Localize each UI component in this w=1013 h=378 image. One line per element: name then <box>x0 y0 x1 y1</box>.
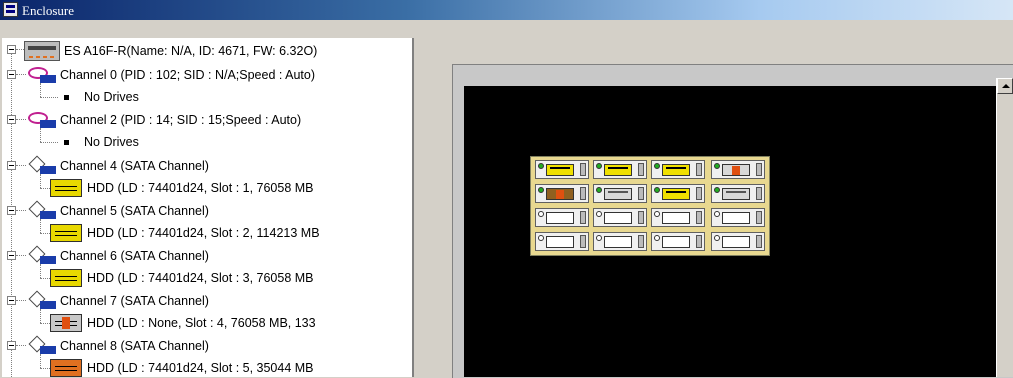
hdd-icon <box>50 269 82 287</box>
tree-channel-4[interactable]: Channel 4 (SATA Channel) <box>60 158 209 180</box>
sata-channel-icon <box>28 290 56 309</box>
drive-slot-12-empty[interactable] <box>711 208 765 227</box>
hdd-icon <box>50 224 82 242</box>
enclosure-drive-bay <box>530 156 770 256</box>
channel-5-toggle[interactable] <box>7 206 16 215</box>
sata-channel-icon <box>28 245 56 264</box>
tree-channel-7[interactable]: Channel 7 (SATA Channel) <box>60 293 209 315</box>
channel-0-toggle[interactable] <box>7 70 16 79</box>
drive-slot-10-empty[interactable] <box>593 208 647 227</box>
drive-slot-16-empty[interactable] <box>711 232 765 251</box>
drive-slot-4-failed[interactable] <box>711 160 765 179</box>
bullet-icon <box>64 95 69 100</box>
tree-item-no-drives[interactable]: No Drives <box>84 134 139 156</box>
bullet-icon <box>64 140 69 145</box>
channel-7-toggle[interactable] <box>7 296 16 305</box>
tree-channel-6[interactable]: Channel 6 (SATA Channel) <box>60 248 209 270</box>
sata-channel-icon <box>28 200 56 219</box>
tree-hdd-slot-1[interactable]: HDD (LD : 74401d24, Slot : 1, 76058 MB <box>87 180 314 202</box>
tree-channel-8[interactable]: Channel 8 (SATA Channel) <box>60 338 209 360</box>
tree-hdd-slot-4[interactable]: HDD (LD : None, Slot : 4, 76058 MB, 133 <box>87 315 316 337</box>
drive-slot-7[interactable] <box>651 184 705 203</box>
sata-channel-icon <box>28 335 56 354</box>
scroll-up-button[interactable] <box>997 78 1013 94</box>
channel-8-toggle[interactable] <box>7 341 16 350</box>
tree-hdd-slot-5[interactable]: HDD (LD : 74401d24, Slot : 5, 35044 MB <box>87 360 314 377</box>
channel-6-toggle[interactable] <box>7 251 16 260</box>
tree-item-no-drives[interactable]: No Drives <box>84 89 139 111</box>
sata-channel-icon <box>28 155 56 174</box>
channel-2-toggle[interactable] <box>7 115 16 124</box>
drive-slot-11-empty[interactable] <box>651 208 705 227</box>
hdd-icon <box>50 359 82 377</box>
root-collapse-toggle[interactable] <box>7 45 16 54</box>
drive-slot-6[interactable] <box>593 184 647 203</box>
tree-hdd-slot-2[interactable]: HDD (LD : 74401d24, Slot : 2, 114213 MB <box>87 225 320 247</box>
tree-root-label[interactable]: ES A16F-R(Name: N/A, ID: 4671, FW: 6.32O… <box>64 43 317 65</box>
drive-slot-9-empty[interactable] <box>535 208 589 227</box>
drive-slot-2[interactable] <box>593 160 647 179</box>
drive-slot-13-empty[interactable] <box>535 232 589 251</box>
tree-channel-2[interactable]: Channel 2 (PID : 14; SID : 15;Speed : Au… <box>60 112 301 134</box>
drive-slot-15-empty[interactable] <box>651 232 705 251</box>
title-bar: Enclosure <box>0 0 1013 20</box>
failed-hdd-icon <box>50 314 82 332</box>
tree-hdd-slot-3[interactable]: HDD (LD : 74401d24, Slot : 3, 76058 MB <box>87 270 314 292</box>
enclosure-icon <box>24 41 60 61</box>
window-title: Enclosure <box>22 3 74 18</box>
drive-slot-3[interactable] <box>651 160 705 179</box>
hdd-icon <box>50 179 82 197</box>
channel-4-toggle[interactable] <box>7 161 16 170</box>
device-tree[interactable]: ES A16F-R(Name: N/A, ID: 4671, FW: 6.32O… <box>2 38 414 377</box>
vertical-scrollbar[interactable] <box>996 78 1013 377</box>
drive-slot-1[interactable] <box>535 160 589 179</box>
enclosure-window-icon <box>3 2 18 17</box>
tree-channel-5[interactable]: Channel 5 (SATA Channel) <box>60 203 209 225</box>
drive-slot-8[interactable] <box>711 184 765 203</box>
drive-slot-14-empty[interactable] <box>593 232 647 251</box>
channel-icon <box>28 110 56 128</box>
tree-channel-0[interactable]: Channel 0 (PID : 102; SID : N/A;Speed : … <box>60 67 315 89</box>
channel-icon <box>28 65 56 83</box>
drive-slot-5-failed[interactable] <box>535 184 589 203</box>
